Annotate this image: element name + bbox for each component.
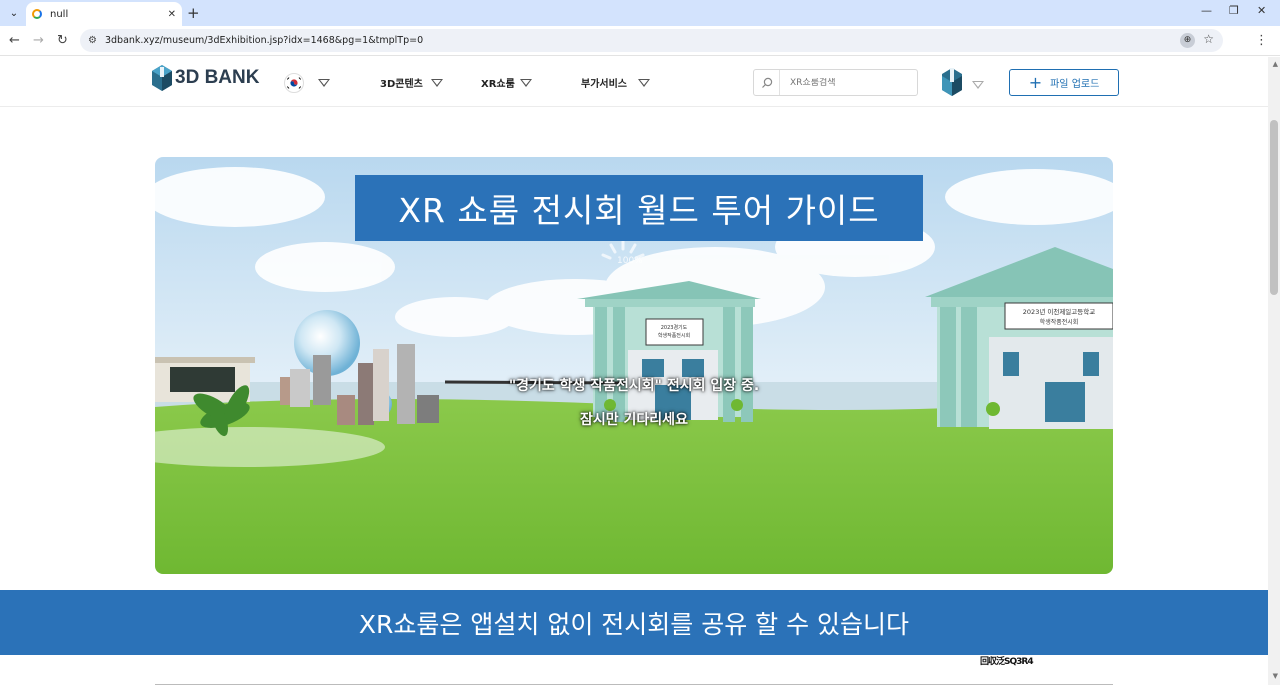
new-tab-icon[interactable]: + [187,4,200,22]
site-logo[interactable]: 3D BANK [152,65,259,91]
hero-title-banner: XR 쇼룸 전시회 월드 투어 가이드 [355,175,923,241]
logo-cube-icon [152,65,172,91]
browser-menu-icon[interactable]: ⋮ [1255,33,1268,48]
user-avatar-icon[interactable] [941,66,963,98]
restore-icon[interactable]: ❐ [1229,4,1239,17]
back-icon[interactable]: ← [9,32,20,50]
language-chevron-down-icon[interactable] [318,79,330,87]
nav-xr-showroom[interactable]: XR쇼룸 [481,75,515,90]
tab-search-icon[interactable]: ⌄ [5,4,23,22]
scroll-down-arrow-icon[interactable]: ▼ [1273,672,1278,680]
svg-text:2023경기도: 2023경기도 [661,324,688,331]
nav-extra-services-chevron-icon[interactable] [638,79,650,87]
footer-snippet: 回収泛SQ3R4 [980,657,1034,667]
nav-extra-services[interactable]: 부가서비스 [581,75,627,90]
tab-title: null [50,8,69,20]
plus-icon: + [1028,72,1043,92]
entering-message: "경기도 학생 작품전시회" 전시회 입장 중. [508,378,760,394]
user-menu-chevron-icon[interactable] [972,81,984,89]
showroom-search[interactable] [753,69,918,96]
korea-flag-icon[interactable] [284,73,304,93]
address-bar[interactable]: ⚙ 3dbank.xyz/museum/3dExhibition.jsp?idx… [80,29,1223,52]
tab-close-icon[interactable]: ✕ [168,9,176,20]
window-close-icon[interactable]: ✕ [1257,4,1266,17]
svg-text:학생작품전시회: 학생작품전시회 [1040,318,1079,326]
browser-tab[interactable]: null ✕ [26,2,182,26]
site-header: 3D BANK 3D콘텐츠 XR쇼룸 부가서비스 + [0,57,1268,107]
search-input[interactable] [780,77,910,88]
search-icon[interactable] [754,70,780,95]
site-info-icon[interactable]: ⚙ [88,35,97,46]
promo-banner: XR쇼룸은 앱설치 없이 전시회를 공유 할 수 있습니다 [0,590,1268,655]
nav-xr-showroom-chevron-icon[interactable] [520,79,532,87]
file-upload-button[interactable]: + 파일 업로드 [1009,69,1119,96]
forward-icon[interactable]: → [33,32,44,50]
browser-tab-strip: ⌄ null ✕ + — ❐ ✕ [0,0,1280,26]
nav-3d-contents[interactable]: 3D콘텐츠 [380,75,423,90]
scrollbar-thumb[interactable] [1270,120,1278,295]
zoom-icon[interactable]: ⊕ [1180,33,1195,48]
svg-text:2023년 이천제일고등학교: 2023년 이천제일고등학교 [1023,307,1095,316]
chrome-favicon-icon [32,9,42,19]
wait-message: 잠시만 기다리세요 [580,412,688,428]
nav-3d-contents-chevron-icon[interactable] [431,79,443,87]
url-text[interactable]: 3dbank.xyz/museum/3dExhibition.jsp?idx=1… [105,35,423,46]
xr-exhibition-viewer[interactable]: 2023경기도 학생작품전시회 2023년 이천제일고등학교 학생작품전시회 X… [155,157,1113,574]
scroll-up-arrow-icon[interactable]: ▲ [1273,60,1278,68]
svg-text:학생작품전시회: 학생작품전시회 [658,332,690,339]
webpage: 3D BANK 3D콘텐츠 XR쇼룸 부가서비스 + [0,57,1268,685]
file-upload-label: 파일 업로드 [1050,79,1100,90]
reload-icon[interactable]: ↻ [57,32,68,50]
browser-toolbar: ← → ↻ ⚙ 3dbank.xyz/museum/3dExhibition.j… [0,26,1280,56]
logo-text: 3D BANK [175,67,260,88]
minimize-icon[interactable]: — [1201,4,1212,17]
bookmark-star-icon[interactable]: ☆ [1203,32,1214,46]
loading-percent: 100% [617,256,643,266]
